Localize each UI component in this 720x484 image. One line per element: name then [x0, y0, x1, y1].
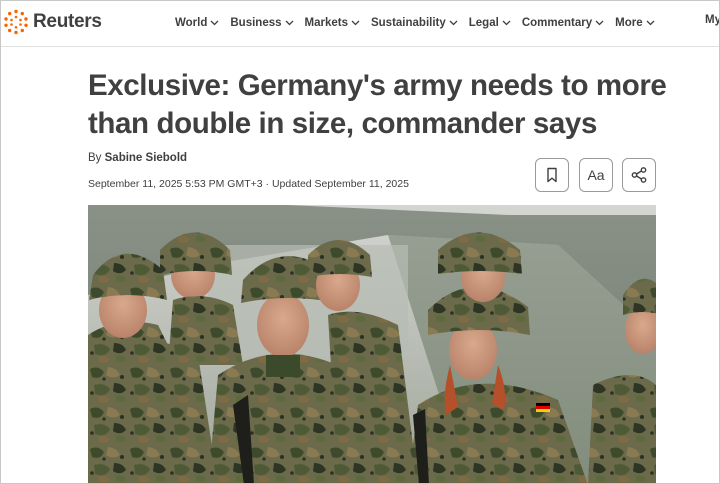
nav-item-world[interactable]: World	[175, 17, 219, 29]
text-size-label: Aa	[587, 167, 605, 183]
article-dateline: September 11, 2025 5:53 PM GMT+3 · Updat…	[88, 178, 409, 190]
author-link[interactable]: Sabine Siebold	[105, 152, 187, 164]
text-size-button[interactable]: Aa	[579, 158, 613, 192]
bookmark-button[interactable]	[535, 158, 569, 192]
share-icon	[631, 167, 647, 183]
nav-item-label: Legal	[468, 17, 499, 29]
soldiers-in-camouflage-photo	[88, 205, 656, 483]
chevron-down-icon	[502, 20, 511, 26]
nav-item-sustainability[interactable]: Sustainability	[371, 17, 458, 29]
reuters-logo[interactable]: Reuters	[3, 8, 102, 36]
main-nav: World Business Markets Sustainability Le…	[175, 14, 666, 32]
nav-item-label: More	[615, 17, 643, 29]
bookmark-icon	[547, 167, 557, 183]
nav-item-label: Commentary	[521, 17, 593, 29]
nav-item-markets[interactable]: Markets	[305, 17, 360, 29]
share-button[interactable]	[622, 158, 656, 192]
chevron-down-icon	[595, 20, 604, 26]
article-hero-image[interactable]	[88, 205, 656, 483]
article-headline: Exclusive: Germany's army needs to more …	[88, 69, 667, 140]
nav-item-label: Business	[230, 17, 282, 29]
chevron-down-icon	[646, 20, 655, 26]
browser-viewport: Reuters World Business Markets Sustainab…	[0, 0, 720, 484]
byline: By Sabine Siebold	[88, 152, 187, 164]
nav-item-more[interactable]: More	[615, 17, 655, 29]
byline-prefix: By	[88, 152, 105, 164]
site-header: Reuters World Business Markets Sustainab…	[1, 1, 719, 47]
brand-name: Reuters	[33, 11, 102, 32]
chevron-down-icon	[351, 20, 360, 26]
nav-item-label: Sustainability	[370, 17, 446, 29]
nav-item-business[interactable]: Business	[230, 17, 293, 29]
chevron-down-icon	[285, 20, 293, 26]
nav-my-account[interactable]: My	[705, 14, 719, 26]
nav-item-label: World	[175, 17, 208, 29]
chevron-down-icon	[449, 20, 458, 26]
nav-item-commentary[interactable]: Commentary	[522, 17, 604, 29]
nav-item-label: Markets	[304, 17, 348, 29]
reuters-dot-logo-icon	[4, 9, 28, 35]
chevron-down-icon	[210, 20, 219, 26]
nav-item-legal[interactable]: Legal	[469, 17, 511, 29]
